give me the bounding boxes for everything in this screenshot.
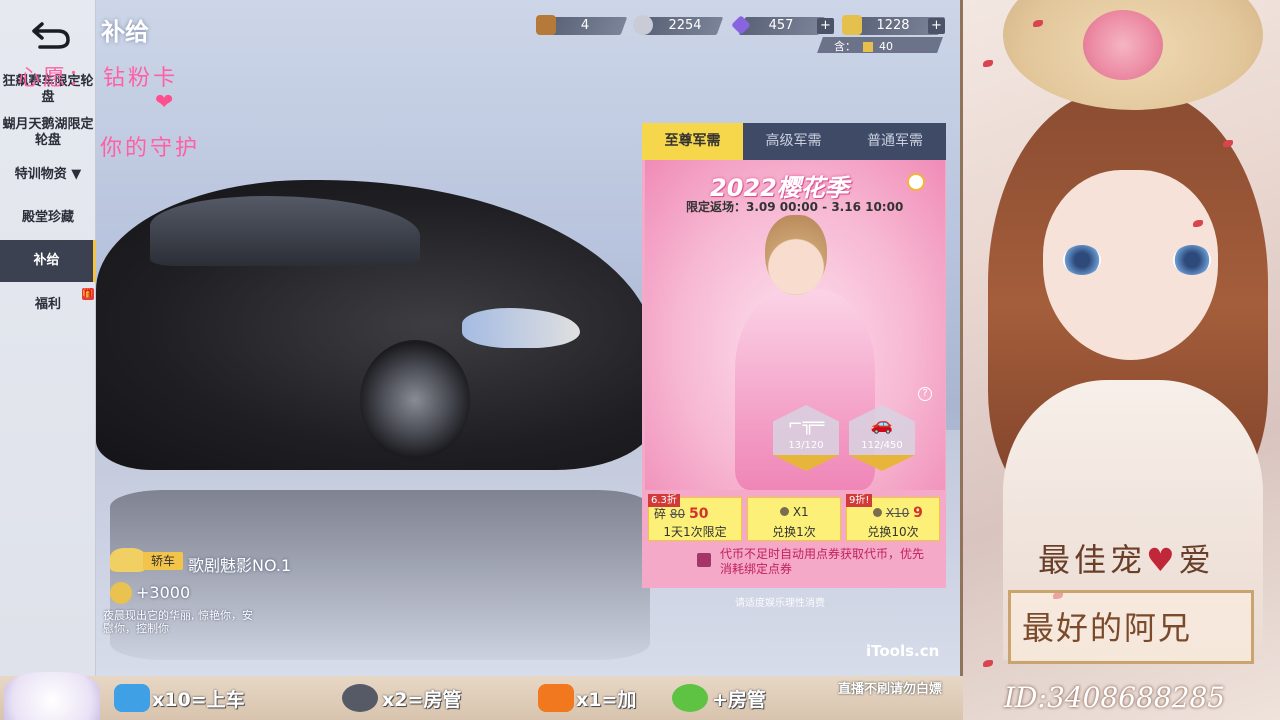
daily-limit-label: 1天1次限定 (663, 525, 727, 539)
spend-reminder: 请适度娱乐理性消费 (735, 598, 825, 609)
daily-old-price: 80 (669, 507, 686, 521)
weapon-progress: 13/120 (788, 440, 824, 451)
add-diamond-button[interactable]: + (817, 18, 834, 34)
daily-price: 碎 80 50 (654, 505, 708, 522)
sidebar-item-supply[interactable]: 补给 (0, 240, 96, 282)
helmet-icon (342, 684, 378, 712)
gift-icon: 🎁 (82, 288, 94, 300)
token-icon (873, 508, 882, 517)
discount-tag-ten: 9折! (846, 494, 873, 507)
voucher-icon (842, 15, 862, 35)
best-love-right: 爱 (1178, 541, 1215, 579)
car-progress: 112/450 (861, 440, 903, 451)
auto-use-note: 代币不足时自动用点券获取代币，优先消耗绑定点券 (720, 547, 925, 576)
bottom-rule-add: x1=加 (576, 689, 637, 711)
token-icon (780, 507, 789, 516)
auto-use-checkbox[interactable] (697, 553, 711, 567)
tab-supreme-supply[interactable]: 至尊军需 (642, 123, 743, 160)
sidebar: 狂飙赛车限定轮盘 蝴月天鹅湖限定轮盘 特训物资 ▼ 殿堂珍藏 补给 福利 🎁 (0, 0, 96, 676)
unicorn-mascot (4, 672, 100, 720)
limited-time-range: 限定返场：3.09 00:00 - 3.16 10:00 (686, 200, 904, 214)
heart-icon: ♥ (1146, 541, 1179, 579)
wish-overlay-text: 心愿： 钻粉卡 (18, 66, 178, 91)
exchange-ten-new: 9 (913, 505, 923, 521)
anime-eye-right (1173, 245, 1211, 275)
sidebar-item-hall-collection[interactable]: 殿堂珍藏 (0, 210, 96, 226)
crate-icon (536, 15, 556, 35)
car-name: 歌剧魅影NO.1 (188, 556, 292, 575)
tab-advanced-supply[interactable]: 高级军需 (743, 123, 844, 160)
daily-new-price: 50 (688, 506, 709, 522)
best-love-left: 最佳宠 (1038, 541, 1147, 579)
character-portrait (765, 215, 827, 295)
tab-normal-supply[interactable]: 普通军需 (844, 123, 946, 160)
game-window: 狂飙赛车限定轮盘 蝴月天鹅湖限定轮盘 特训物资 ▼ 殿堂珍藏 补给 福利 🎁 补… (0, 0, 963, 676)
wish-overlay-text-2: 你的守护 (100, 136, 201, 161)
sidebar-item-swan-lake-wheel[interactable]: 蝴月天鹅湖限定轮盘 (0, 117, 96, 149)
voucher-sub-text: 含： 40 (834, 38, 893, 54)
voucher-count: 1228 (876, 18, 910, 33)
anime-eye-left (1063, 245, 1101, 275)
petal (983, 660, 993, 667)
rifle-icon: ⌐╦═ (787, 414, 825, 435)
daily-price-prefix: 碎 (654, 507, 667, 521)
wechat-icon (672, 684, 708, 712)
coin-count: 2254 (668, 18, 702, 33)
car-icon (110, 548, 146, 572)
rocket-icon (538, 684, 574, 712)
best-brother-caption: 最好的阿兄 (1022, 609, 1193, 647)
bottom-rule-board: x10=上车 (152, 689, 245, 711)
heart-icon: ❤ (155, 90, 174, 115)
no-freeloading-note: 直播不刷请勿白嫖 (838, 682, 943, 697)
car-wheel (360, 340, 470, 460)
petal (1223, 140, 1233, 147)
gift-card-icon (114, 684, 150, 712)
reputation-value: +3000 (136, 583, 191, 602)
car-description: 夜晨现出它的华丽, 惊艳你，安慰你，控制你 (103, 609, 253, 635)
bound-voucher-icon (862, 42, 873, 52)
hat-flower (1083, 10, 1163, 80)
petal (983, 60, 993, 67)
exchange-once-label: 兑换1次 (772, 525, 816, 539)
crate-count: 4 (580, 18, 590, 33)
exchange-once-cost: X1 (780, 505, 809, 519)
best-love-caption: 最佳宠♥爱 (1038, 535, 1215, 581)
bottom-rule-wechat-admin: +房管 (712, 689, 766, 711)
voucher-sub-value: 40 (879, 40, 893, 53)
exchange-ten-label: 兑换10次 (867, 525, 919, 539)
bottom-rule-admin: x2=房管 (382, 689, 462, 711)
car-reward-icon: 🚗 (870, 414, 894, 435)
exchange-once-qty: X1 (792, 505, 809, 519)
exchange-ten-old: X10 (885, 506, 910, 520)
clock-icon[interactable] (907, 173, 925, 191)
voucher-sub-label: 含： (834, 40, 856, 53)
add-voucher-button[interactable]: + (928, 18, 945, 34)
stream-id: ID:3408688285 (1004, 681, 1226, 714)
car-type-badge: 轿车 (143, 552, 183, 570)
exchange-ten-cost: X10 9 (873, 505, 923, 521)
watermark: iTools.cn (866, 642, 940, 660)
back-icon[interactable] (28, 16, 74, 52)
reputation-icon (110, 582, 132, 604)
help-icon[interactable]: ? (918, 387, 932, 401)
coin-icon (633, 15, 653, 35)
diamond-count: 457 (768, 18, 794, 33)
sidebar-item-training-supplies[interactable]: 特训物资 ▼ (0, 167, 96, 183)
page-title: 补给 (101, 18, 149, 46)
